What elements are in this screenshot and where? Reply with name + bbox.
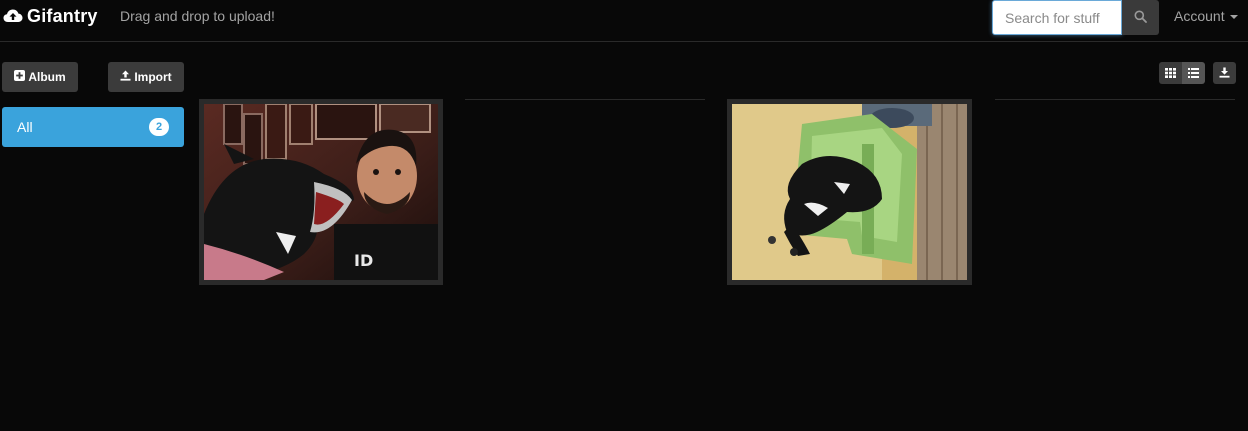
download-button[interactable] [1213, 62, 1236, 84]
search-form [992, 0, 1159, 35]
gallery-item[interactable] [727, 99, 972, 285]
dog-on-green-chair-photo [732, 104, 967, 280]
upload-hint: Drag and drop to upload! [120, 8, 275, 24]
list-view-button[interactable] [1182, 62, 1205, 84]
brand-name: Gifantry [27, 5, 98, 26]
search-button[interactable] [1122, 0, 1159, 35]
gallery-divider [465, 99, 705, 100]
album-count-badge: 2 [149, 118, 169, 136]
account-label: Account [1174, 8, 1225, 24]
gallery-divider [995, 99, 1235, 100]
grid-view-icon [1165, 66, 1176, 81]
import-button[interactable]: Import [108, 62, 184, 92]
gallery-item[interactable]: ID [199, 99, 443, 285]
plus-square-icon [14, 70, 26, 84]
grid-view-button[interactable] [1159, 62, 1182, 84]
add-album-label: Album [28, 70, 66, 84]
download-icon [1219, 66, 1230, 81]
navbar: Gifantry Drag and drop to upload! Accoun… [0, 0, 1248, 42]
brand-link[interactable]: Gifantry [3, 5, 98, 27]
upload-icon [120, 70, 131, 84]
list-view-icon [1188, 66, 1199, 81]
caret-down-icon [1229, 15, 1238, 19]
dog-and-man-photo: ID [204, 104, 438, 280]
search-icon [1134, 10, 1147, 26]
cloud-upload-icon [3, 8, 23, 24]
svg-text:ID: ID [354, 251, 373, 270]
view-toggle [1159, 62, 1205, 84]
import-label: Import [134, 70, 172, 84]
search-input[interactable] [992, 0, 1122, 35]
account-dropdown[interactable]: Account [1174, 8, 1238, 24]
album-label: All [17, 119, 33, 135]
album-item-all[interactable]: All 2 [2, 107, 184, 147]
add-album-button[interactable]: Album [2, 62, 78, 92]
